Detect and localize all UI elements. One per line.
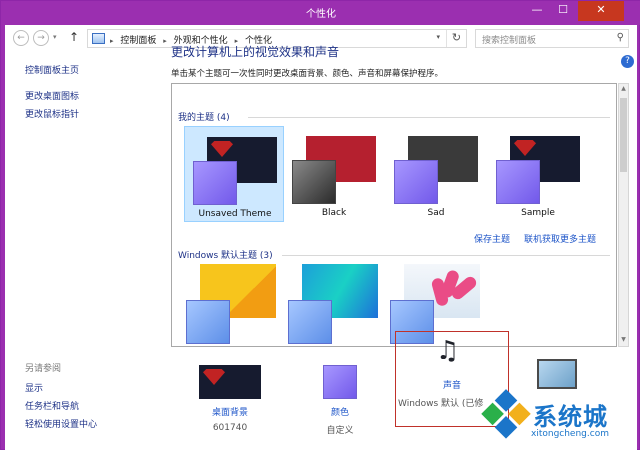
scroll-down-icon[interactable]: ▼ xyxy=(619,336,628,343)
sidebar-link-mouse-pointers[interactable]: 更改鼠标指针 xyxy=(25,107,79,120)
watermark-url: xitongcheng.com xyxy=(531,429,609,439)
theme-color-swatch xyxy=(394,160,438,204)
recent-locations-icon[interactable]: ▾ xyxy=(53,33,57,41)
save-theme-link[interactable]: 保存主题 xyxy=(474,232,510,245)
forward-button[interactable]: → xyxy=(33,30,49,46)
page-subtitle: 单击某个主题可一次性同时更改桌面背景、颜色、声音和屏幕保护程序。 xyxy=(171,69,444,79)
breadcrumb-item-control-panel[interactable]: 控制面板 xyxy=(120,36,156,46)
theme-list: 我的主题 (4) Unsaved Theme Black Sad Sample … xyxy=(171,83,617,347)
search-input[interactable]: 搜索控制面板 xyxy=(482,33,536,46)
scroll-thumb[interactable] xyxy=(620,98,627,172)
see-also-link-ease-of-access[interactable]: 轻松使用设置中心 xyxy=(25,417,97,430)
page-title: 更改计算机上的视觉效果和声音 xyxy=(171,45,340,59)
theme-unsaved[interactable]: Unsaved Theme xyxy=(184,126,284,222)
help-icon[interactable]: ? xyxy=(621,55,634,68)
watermark-logo xyxy=(479,389,533,443)
superman-logo xyxy=(203,369,225,385)
theme-color-swatch xyxy=(292,160,336,204)
refresh-button[interactable]: ↻ xyxy=(446,30,466,47)
window-frame: 个性化 — ☐ ✕ ← → ▾ ↑ ▸ 控制面板 ▸ 外观和个性化 ▸ 个性化 … xyxy=(0,0,640,450)
sidebar-link-control-panel-home[interactable]: 控制面板主页 xyxy=(25,63,79,76)
color-value: 自定义 xyxy=(326,426,354,436)
my-themes-label: 我的主题 (4) xyxy=(178,113,230,123)
theme-name: Sad xyxy=(427,208,445,218)
theme-color-swatch xyxy=(288,300,332,344)
color-fan-icon xyxy=(196,309,224,337)
theme-lines-and-colors[interactable] xyxy=(284,264,380,346)
watermark-text: 系统城 xyxy=(533,403,608,431)
desktop-background-thumbnail xyxy=(199,365,261,399)
see-also-heading: 另请参阅 xyxy=(25,364,62,374)
breadcrumb-separator: ▸ xyxy=(163,37,167,45)
search-box[interactable]: 搜索控制面板 ⚲ xyxy=(475,29,629,48)
get-more-themes-link[interactable]: 联机获取更多主题 xyxy=(524,232,596,245)
screen-saver-icon[interactable] xyxy=(537,359,577,389)
desktop-background-label[interactable]: 桌面背景 xyxy=(199,405,261,418)
see-also-link-taskbar[interactable]: 任务栏和导航 xyxy=(25,399,79,412)
back-button[interactable]: ← xyxy=(13,30,29,46)
theme-name: Sample xyxy=(521,208,555,218)
theme-sad[interactable]: Sad xyxy=(386,126,486,222)
superman-logo xyxy=(514,140,536,156)
minimize-button[interactable]: — xyxy=(524,1,550,21)
address-dropdown-icon[interactable]: ▾ xyxy=(436,33,440,41)
windows-default-themes-label: Windows 默认主题 (3) xyxy=(178,251,273,261)
group-divider xyxy=(248,117,610,118)
watermark: 系统城 xitongcheng.com xyxy=(481,389,637,450)
sidebar-link-desktop-icons[interactable]: 更改桌面图标 xyxy=(25,89,79,102)
theme-black[interactable]: Black xyxy=(284,126,384,222)
breadcrumb-separator: ▸ xyxy=(110,37,114,45)
control-panel-icon xyxy=(92,33,105,44)
theme-list-scrollbar[interactable]: ▲ ▼ xyxy=(618,83,629,347)
theme-sample[interactable]: Sample xyxy=(488,126,588,222)
desktop-background-value: 601740 xyxy=(212,423,248,433)
theme-name: Black xyxy=(321,208,347,218)
color-swatch xyxy=(323,365,357,399)
color-label[interactable]: 颜色 xyxy=(313,405,367,418)
theme-color-swatch xyxy=(186,300,230,344)
color-fan-icon xyxy=(298,309,326,337)
theme-name: Unsaved Theme xyxy=(198,209,272,219)
see-also-link-display[interactable]: 显示 xyxy=(25,381,43,394)
maximize-button[interactable]: ☐ xyxy=(550,1,576,21)
theme-color-swatch xyxy=(193,161,237,205)
search-icon[interactable]: ⚲ xyxy=(617,32,624,43)
music-notes-icon: ♫ xyxy=(436,336,460,366)
scroll-up-icon[interactable]: ▲ xyxy=(619,85,628,92)
close-button[interactable]: ✕ xyxy=(578,1,624,21)
theme-color-swatch xyxy=(496,160,540,204)
theme-windows[interactable] xyxy=(182,264,278,346)
title-bar[interactable]: 个性化 — ☐ ✕ xyxy=(1,1,640,25)
up-button[interactable]: ↑ xyxy=(69,30,79,44)
group-divider xyxy=(282,255,610,256)
superman-logo xyxy=(211,141,233,157)
sound-label[interactable]: 声音 xyxy=(396,378,508,391)
